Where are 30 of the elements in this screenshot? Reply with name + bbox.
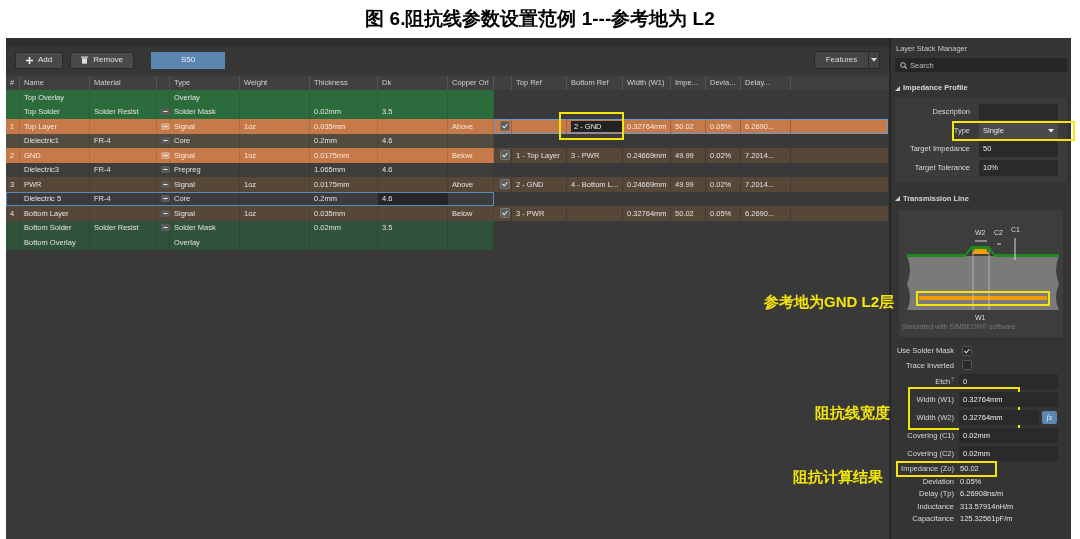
remove-button[interactable]: Remove (70, 51, 135, 69)
caret-icon (871, 58, 877, 62)
expand-icon[interactable] (895, 85, 900, 91)
minus-icon[interactable] (160, 166, 170, 174)
checkbox[interactable] (499, 121, 510, 132)
expand-icon[interactable] (895, 196, 900, 201)
add-button[interactable]: Add (15, 51, 64, 69)
search-icon (900, 61, 907, 69)
annotation-label: 阻抗线宽度 (815, 403, 890, 423)
checkbox[interactable] (499, 150, 510, 161)
trash-icon (81, 56, 89, 64)
checkbox[interactable] (962, 345, 972, 356)
formula-button[interactable]: fx (1042, 411, 1057, 424)
input-field[interactable] (979, 104, 1058, 120)
checkbox[interactable] (499, 208, 510, 219)
checkbox[interactable] (499, 179, 510, 190)
minus-icon[interactable] (160, 137, 170, 145)
minus-icon[interactable] (160, 209, 170, 217)
stack-tab[interactable]: S50 (151, 51, 226, 69)
plus-icon (26, 56, 33, 64)
minus-icon[interactable] (160, 195, 170, 203)
checkbox[interactable] (962, 360, 972, 371)
caret-icon (1048, 128, 1054, 133)
minus-icon[interactable] (160, 108, 170, 116)
minus-icon[interactable] (160, 180, 170, 188)
minus-icon[interactable] (160, 224, 170, 232)
annotation-label: 阻抗计算结果 (793, 467, 883, 487)
annotation-label: 参考地为GND L2层 (764, 292, 894, 312)
features-dropdown[interactable]: Features (814, 51, 880, 69)
figure-title: 图 6.阻抗线参数设置范例 1---参考地为 L2 (364, 6, 716, 31)
